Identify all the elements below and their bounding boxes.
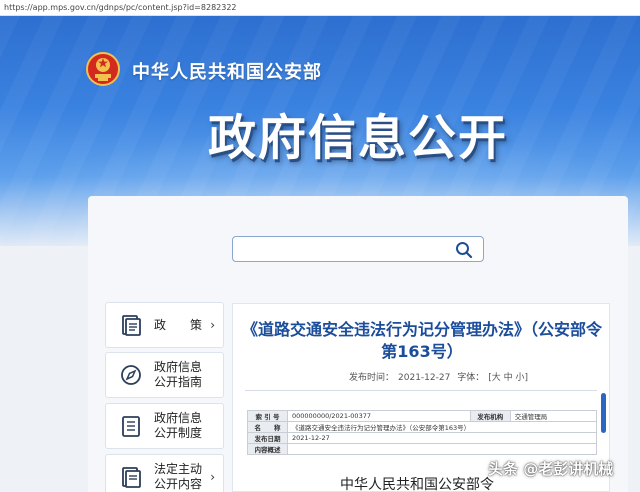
- ministry-name: 中华人民共和国公安部: [132, 62, 322, 83]
- document-icon: [122, 315, 141, 336]
- chevron-right-icon: ›: [210, 470, 215, 484]
- sidebar-item-policy[interactable]: 政 策 ›: [105, 302, 224, 348]
- watermark: 头条 @老彭讲机械: [488, 460, 614, 478]
- page-title: 政府信息公开: [208, 110, 509, 166]
- article-title: 《道路交通安全违法行为记分管理办法》（公安部令 第163号）: [241, 320, 602, 361]
- address-bar[interactable]: https://app.mps.gov.cn/gdnps/pc/content.…: [0, 0, 640, 16]
- sidebar-item-guide[interactable]: 政府信息 公开指南: [105, 352, 224, 398]
- compass-icon: [121, 365, 141, 385]
- search-box[interactable]: [232, 236, 484, 262]
- order-heading: 中华人民共和国公安部令: [340, 477, 494, 492]
- sidebar-item-label: 政府信息 公开制度: [154, 411, 203, 440]
- document-icon: [122, 467, 141, 488]
- font-size-options[interactable]: [大 中 小]: [488, 373, 528, 383]
- publish-date: 2021-12-27: [398, 373, 451, 383]
- search-icon[interactable]: [455, 241, 473, 259]
- chevron-right-icon: ›: [210, 318, 215, 332]
- article-meta: 发布时间： 2021-12-27 字体： [大 中 小]: [349, 373, 528, 383]
- metadata-table: 索 引 号 000000000/2021-00377 发布机构 交通管理局 名 …: [247, 410, 598, 455]
- sidebar-item-label: 政 策: [154, 317, 203, 332]
- search-input[interactable]: [241, 237, 451, 261]
- divider: [245, 390, 597, 391]
- sidebar-item-label: 法定主动 公开内容: [154, 462, 203, 491]
- sidebar-item-system[interactable]: 政府信息 公开制度: [105, 403, 224, 449]
- sidebar-item-statutory[interactable]: 法定主动 公开内容 ›: [105, 454, 224, 492]
- list-icon: [122, 416, 140, 437]
- national-emblem-icon: [86, 52, 120, 86]
- scrollbar-thumb[interactable]: [601, 393, 606, 433]
- sidebar-item-label: 政府信息 公开指南: [154, 360, 203, 389]
